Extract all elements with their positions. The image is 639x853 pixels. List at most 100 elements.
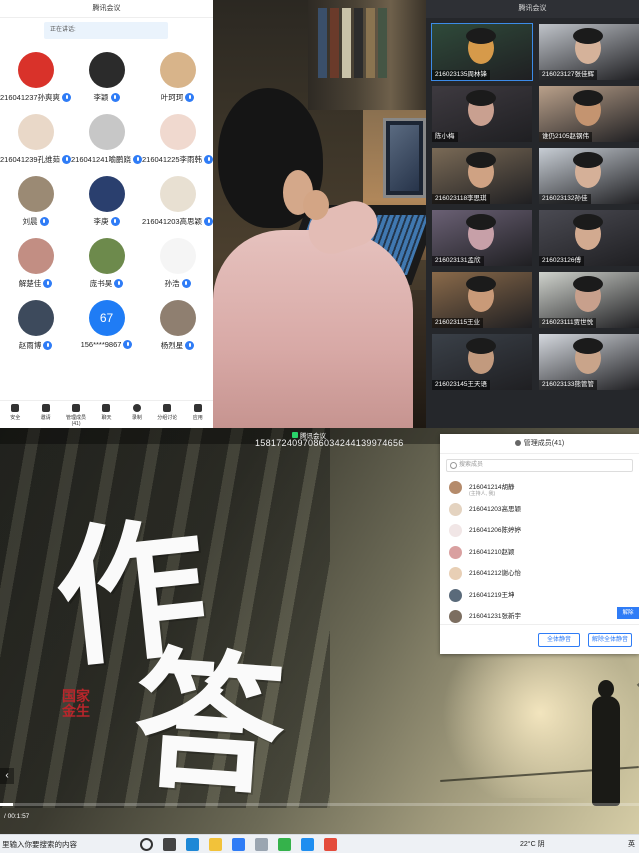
participant-name: 李颖 (93, 93, 109, 102)
microphone-icon (110, 93, 120, 102)
member-row[interactable]: 216041203高思颖 (440, 500, 639, 520)
taskbar-search-box[interactable]: 里输入你要搜索的内容 (0, 838, 128, 851)
toolbar-button[interactable]: 邀请 (34, 401, 58, 428)
unmute-member-button[interactable]: 解除 (617, 607, 639, 619)
tencent-meeting-icon[interactable] (232, 838, 245, 851)
member-name: 216041212谢心怡 (469, 570, 522, 577)
participant-tile[interactable]: 庞书昊 (71, 238, 142, 289)
microphone-icon (43, 341, 53, 350)
video-tile[interactable]: 216023145王天语 (432, 334, 532, 390)
app-icon[interactable] (255, 838, 268, 851)
avatar (159, 114, 196, 150)
prev-arrow-icon[interactable]: ‹ (0, 768, 14, 784)
microphone-icon (114, 279, 124, 288)
edge-icon[interactable] (186, 838, 199, 851)
video-tile[interactable]: 陈小梅 (432, 86, 532, 142)
video-progress-bar[interactable] (0, 803, 639, 806)
participant-name: 孙浩 (164, 279, 180, 288)
participant-name: 赵雨博 (18, 341, 42, 350)
microphone-icon (39, 217, 49, 226)
video-tile[interactable]: 216023127张佳辉 (539, 24, 639, 80)
participant-tile[interactable]: 李庚 (71, 176, 142, 227)
toolbar-button[interactable]: 安全 (3, 401, 27, 428)
task-view-icon[interactable] (163, 838, 176, 851)
video-tile[interactable]: 216023118李思琪 (432, 148, 532, 204)
video-tile[interactable]: 谁仍2105赵钢伟 (539, 86, 639, 142)
video-tile-label: 216023118李思琪 (432, 194, 490, 204)
microphone-icon (204, 217, 213, 226)
member-panel-footer: 全体静音 解除全体静音 (440, 624, 639, 654)
video-tile-label: 216023115王业 (432, 318, 484, 328)
participant-tile[interactable]: 李颖 (71, 52, 142, 103)
search-icon[interactable] (140, 838, 153, 851)
video-tile[interactable]: 216023131孟欣 (432, 210, 532, 266)
video-tile[interactable]: 216023135周林锋 (431, 23, 533, 81)
mute-all-button[interactable]: 全体静音 (538, 633, 580, 647)
participant-tile[interactable]: 赵雨博 (0, 300, 71, 351)
member-name: 216041231张新宇 (469, 613, 522, 620)
student-hand (303, 190, 329, 220)
toolbar-label: 录制 (131, 415, 142, 421)
red-seal-logo: 国家金生 (62, 689, 90, 720)
participant-hair (573, 214, 603, 230)
game-app-icon[interactable] (324, 838, 337, 851)
participant-tile[interactable]: 叶珂珂 (142, 52, 213, 103)
video-tile-label: 216023135周林锋 (432, 70, 491, 80)
avatar: 67 (88, 300, 125, 336)
member-row[interactable]: 216041206陈婷婷 (440, 521, 639, 541)
member-avatar (449, 545, 462, 559)
participant-tile[interactable]: 67 156****9867 (71, 300, 142, 349)
participant-tile[interactable]: 孙浩 (142, 238, 213, 289)
meeting-title: 腾讯会议 (0, 0, 213, 18)
member-row[interactable]: 216041210赵颖 (440, 543, 639, 563)
avatar (88, 176, 125, 212)
video-tile[interactable]: 216023111贾世悦 (539, 272, 639, 328)
unmute-all-button[interactable]: 解除全体静音 (588, 633, 632, 647)
participant-hair (466, 214, 496, 230)
toolbar-button[interactable]: 应用 (186, 401, 210, 428)
student-photo (213, 0, 426, 428)
member-avatar (449, 588, 462, 602)
participant-tile[interactable]: 216041239孔维茹 (0, 114, 71, 165)
video-tile-label: 216023127张佳辉 (539, 70, 598, 80)
participant-hair (573, 152, 603, 168)
video-app-icon[interactable] (301, 838, 314, 851)
video-tile[interactable]: 216023126傅 (539, 210, 639, 266)
participant-name: 李庚 (93, 217, 109, 226)
participant-hair (466, 338, 496, 354)
member-row[interactable]: 216041219王坤 (440, 586, 639, 606)
video-tile[interactable]: 216023132孙佳 (539, 148, 639, 204)
video-tile[interactable]: 216023115王业 (432, 272, 532, 328)
weather-text[interactable]: 22°C 阴 (520, 839, 545, 849)
toolbar-button[interactable]: 管理成员(41) (64, 401, 88, 428)
participant-tile[interactable]: 216041203高思颖 (142, 176, 213, 227)
participant-tile[interactable]: 解楚佳 (0, 238, 71, 289)
participant-name: 216041239孔维茹 (0, 155, 61, 164)
participant-hair (466, 276, 496, 292)
video-tile[interactable]: 216023133熊管管 (539, 334, 639, 390)
participant-tile[interactable]: 刘晨 (0, 176, 71, 227)
bookshelf (308, 0, 426, 110)
member-avatar (449, 610, 462, 623)
toolbar-label: 管理成员(41) (66, 415, 87, 427)
file-explorer-icon[interactable] (209, 838, 222, 851)
toolbar-button[interactable]: 录制 (125, 401, 149, 428)
toolbar-button[interactable]: 分组讨论 (155, 401, 179, 428)
input-language[interactable]: 英 (628, 839, 635, 849)
member-search-input[interactable]: 搜索成员 (446, 459, 633, 472)
member-name: 216041203高思颖 (469, 505, 522, 513)
participant-hair (573, 90, 603, 106)
member-management-panel: 管理成员(41) 搜索成员 216041214胡静 (主持人, 我) 2160412… (440, 434, 639, 654)
participant-tile[interactable]: 216041241喻鹏跷 (71, 114, 142, 165)
participant-tile[interactable]: 杨烈星 (142, 300, 213, 351)
member-row[interactable]: 216041214胡静 (主持人, 我) (440, 478, 639, 498)
participant-tile[interactable]: 216041237孙爽爽 (0, 52, 71, 103)
participant-hair (573, 28, 603, 44)
microphone-icon (133, 155, 142, 164)
media-player-icon[interactable] (278, 838, 291, 851)
participant-tile[interactable]: 216041225李雨韩 (142, 114, 213, 165)
participant-name: 杨烈星 (160, 341, 184, 350)
member-row[interactable]: 216041212谢心怡 (440, 564, 639, 584)
member-role: (主持人, 我) (469, 491, 496, 497)
toolbar-button[interactable]: 聊天 (94, 401, 118, 428)
